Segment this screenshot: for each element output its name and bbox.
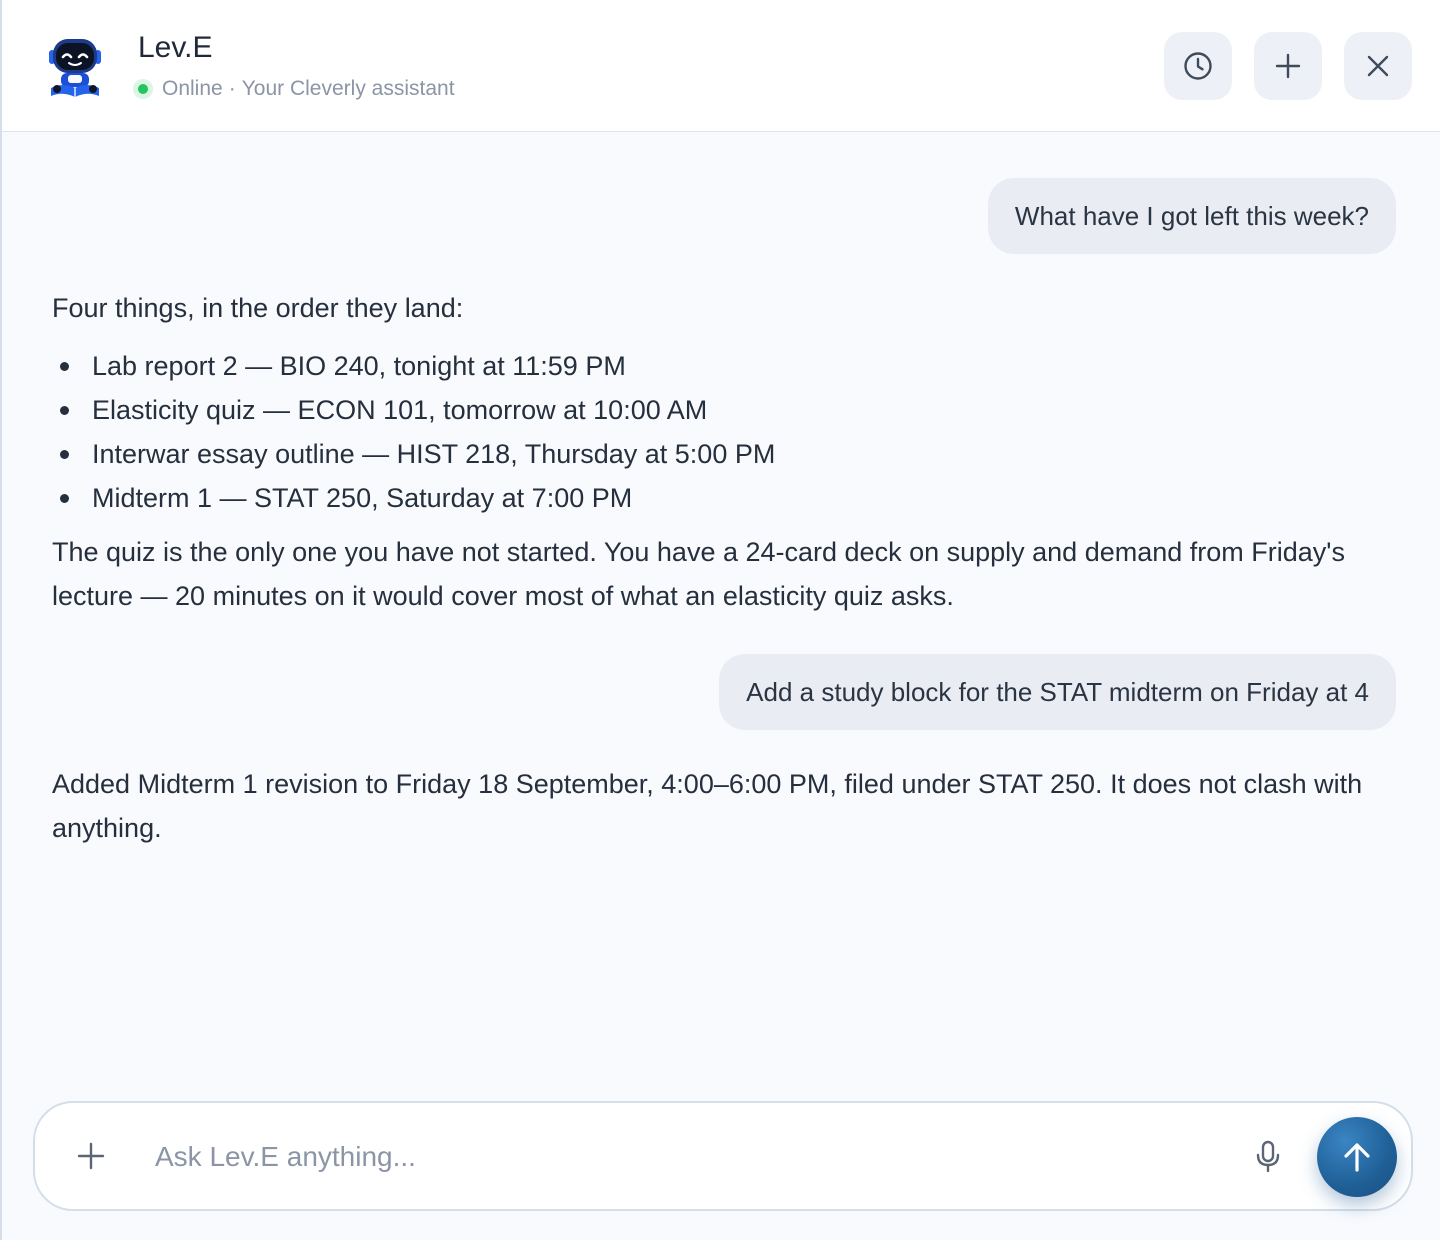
new-chat-button[interactable] (1254, 32, 1322, 100)
chat-header: Lev.E Online · Your Cleverly assistant (2, 0, 1440, 132)
list-item: Lab report 2 — BIO 240, tonight at 11:59… (52, 344, 1382, 388)
assistant-message-outro: The quiz is the only one you have not st… (52, 537, 1345, 611)
user-message: What have I got left this week? (987, 178, 1396, 254)
assistant-tagline: Your Cleverly assistant (241, 77, 455, 100)
arrow-up-icon (1344, 1143, 1370, 1172)
close-icon (1367, 55, 1389, 77)
robot-icon (49, 39, 101, 97)
microphone-icon (1256, 1140, 1280, 1173)
history-button[interactable] (1164, 32, 1232, 100)
assistant-name: Lev.E (138, 31, 213, 64)
clock-icon (1184, 52, 1212, 80)
status-line: Online · Your Cleverly assistant (133, 76, 455, 102)
robot-avatar (48, 36, 102, 100)
send-button[interactable] (1317, 1117, 1397, 1197)
assistant-message: Added Midterm 1 revision to Friday 18 Se… (52, 769, 1363, 843)
assistant-message: Four things, in the order they land: Lab… (52, 286, 1382, 618)
list-item: Elasticity quiz — ECON 101, tomorrow at … (52, 388, 1382, 432)
online-indicator-icon (133, 79, 153, 99)
plus-icon (77, 1142, 105, 1170)
message-input[interactable] (155, 1133, 1235, 1181)
assistant-panel: Lev.E Online · Your Cleverly assistant W… (0, 0, 1440, 1240)
attach-button[interactable] (71, 1136, 111, 1176)
assistant-message-intro: Four things, in the order they land: (52, 293, 464, 323)
status-text: Online (162, 77, 223, 100)
voice-input-button[interactable] (1251, 1138, 1285, 1176)
user-message: Add a study block for the STAT midterm o… (719, 654, 1396, 730)
status-separator: · (228, 77, 236, 100)
list-item: Interwar essay outline — HIST 218, Thurs… (52, 432, 1382, 476)
plus-icon (1275, 53, 1301, 79)
deadline-list: Lab report 2 — BIO 240, tonight at 11:59… (52, 344, 1382, 520)
close-button[interactable] (1344, 32, 1412, 100)
message-composer (33, 1101, 1413, 1211)
list-item: Midterm 1 — STAT 250, Saturday at 7:00 P… (52, 476, 1382, 520)
